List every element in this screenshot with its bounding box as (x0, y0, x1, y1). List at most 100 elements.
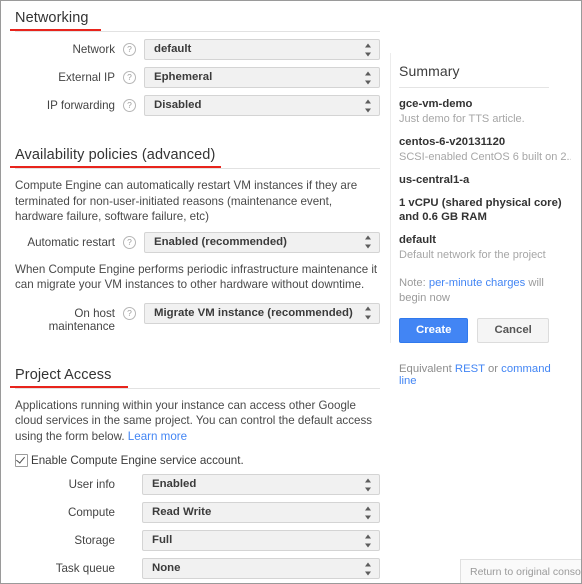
summary-item-title: 1 vCPU (shared physical core) and 0.6 GB… (399, 197, 562, 223)
networking-heading-text: Networking (15, 10, 89, 26)
section-heading-project-access: Project Access (10, 366, 128, 388)
field-row-ip-forwarding: IP forwarding ? Disabled (15, 95, 380, 116)
section-heading-networking: Networking (10, 10, 101, 31)
per-minute-charges-link[interactable]: per-minute charges (429, 277, 525, 289)
help-icon[interactable]: ? (123, 235, 136, 249)
red-underline-annotation-availability (10, 166, 222, 168)
stepper-arrows-icon (365, 235, 372, 249)
field-row-compute: Compute Read Write (15, 502, 380, 523)
select-external-ip[interactable]: Ephemeral (144, 67, 380, 88)
help-icon[interactable]: ? (123, 71, 136, 84)
summary-item-title: gce-vm-demo (399, 98, 473, 110)
select-network[interactable]: default (144, 39, 380, 60)
label-on-host-maintenance: On host maintenance (15, 303, 115, 334)
stepper-arrows-icon (365, 43, 372, 56)
availability-paragraph-1: Compute Engine can automatically restart… (15, 179, 358, 223)
summary-divider (399, 87, 549, 88)
availability-paragraph-2: When Compute Engine performs periodic in… (15, 262, 378, 292)
label-task-queue: Task queue (55, 562, 115, 575)
label-external-ip: External IP (58, 71, 115, 84)
enable-service-account-label: Enable Compute Engine service account. (31, 454, 244, 467)
stepper-arrows-icon (365, 534, 372, 547)
label-network: Network (72, 43, 115, 56)
summary-item-title: centos-6-v20131120 (399, 136, 506, 148)
select-on-host-maintenance-value: Migrate VM instance (recommended) (154, 306, 353, 319)
column-divider (390, 53, 391, 343)
billing-note: Note: per-minute charges will begin now (399, 276, 549, 305)
select-network-value: default (154, 43, 192, 55)
select-user-info-value: Enabled (152, 478, 197, 490)
stepper-arrows-icon (365, 562, 372, 575)
stepper-arrows-icon (365, 71, 372, 84)
stepper-arrows-icon (365, 478, 372, 491)
select-task-queue[interactable]: None (142, 558, 380, 579)
summary-item-subtitle: Just demo for TTS article. (399, 113, 525, 125)
project-access-heading-text: Project Access (15, 366, 112, 383)
select-external-ip-value: Ephemeral (154, 71, 213, 83)
label-user-info: User info (68, 478, 115, 491)
enable-service-account-checkbox-row[interactable]: Enable Compute Engine service account. (15, 454, 380, 467)
select-ip-forwarding-value: Disabled (154, 99, 202, 111)
select-ip-forwarding[interactable]: Disabled (144, 95, 380, 116)
create-button[interactable]: Create (399, 318, 469, 343)
summary-item-machine-type: 1 vCPU (shared physical core) and 0.6 GB… (399, 196, 571, 224)
summary-item-network: default Default network for the project (399, 233, 571, 262)
summary-item-instance-name: gce-vm-demo Just demo for TTS article. (399, 97, 571, 126)
stepper-arrows-icon (365, 506, 372, 519)
summary-item-subtitle: Default network for the project (399, 249, 546, 261)
summary-item-subtitle: SCSI-enabled CentOS 6 built on 2... (399, 151, 571, 163)
select-compute[interactable]: Read Write (142, 502, 380, 523)
summary-item-title: us-central1-a (399, 174, 470, 186)
field-row-storage: Storage Full (15, 530, 380, 551)
cancel-button[interactable]: Cancel (477, 318, 549, 343)
label-ip-forwarding: IP forwarding (46, 99, 115, 112)
select-on-host-maintenance[interactable]: Migrate VM instance (recommended) (144, 302, 380, 324)
field-row-external-ip: External IP ? Ephemeral (15, 67, 380, 88)
stepper-arrows-icon (365, 306, 372, 320)
summary-item-title: default (399, 234, 437, 246)
equivalent-links: Equivalent REST or command line (399, 363, 571, 387)
stepper-arrows-icon (365, 99, 372, 112)
availability-heading-text: Availability policies (advanced) (15, 147, 216, 163)
help-icon[interactable]: ? (123, 43, 136, 56)
field-row-network: Network ? default (15, 39, 380, 60)
rest-link[interactable]: REST (455, 363, 485, 375)
checkbox-icon[interactable] (15, 454, 28, 467)
select-task-queue-value: None (152, 562, 181, 574)
help-icon[interactable]: ? (123, 99, 136, 112)
action-button-row: Create Cancel (399, 318, 571, 343)
red-underline-annotation-project-access (10, 385, 128, 388)
project-access-paragraph: Applications running within your instanc… (15, 398, 380, 445)
equivalent-mid: or (484, 363, 502, 375)
summary-item-zone: us-central1-a (399, 173, 571, 187)
note-prefix: Note: (399, 277, 429, 289)
select-user-info[interactable]: Enabled (142, 474, 380, 495)
select-storage-value: Full (152, 534, 173, 546)
heading-divider (15, 31, 380, 32)
help-icon[interactable]: ? (123, 306, 136, 320)
summary-title: Summary (399, 63, 460, 79)
select-automatic-restart[interactable]: Enabled (recommended) (144, 231, 380, 253)
label-automatic-restart: Automatic restart (27, 235, 115, 249)
label-on-host-maintenance-line2: maintenance (48, 320, 115, 333)
summary-panel: Summary gce-vm-demo Just demo for TTS ar… (399, 63, 571, 387)
field-row-automatic-restart: Automatic restart ? Enabled (recommended… (15, 231, 380, 253)
heading-divider (15, 168, 380, 169)
form-column: Networking Network ? default External IP… (1, 1, 390, 583)
heading-divider (15, 387, 380, 389)
select-automatic-restart-value: Enabled (recommended) (154, 235, 287, 248)
label-compute: Compute (67, 506, 115, 519)
section-heading-availability-policies: Availability policies (advanced) (10, 147, 222, 168)
vm-create-form-page: Networking Network ? default External IP… (0, 0, 582, 584)
learn-more-link[interactable]: Learn more (128, 430, 187, 443)
field-row-task-queue: Task queue None (15, 558, 380, 579)
project-access-paragraph-text: Applications running within your instanc… (15, 398, 373, 443)
select-compute-value: Read Write (152, 506, 212, 518)
label-on-host-maintenance-line1: On host (74, 306, 115, 320)
red-underline-annotation-networking (10, 29, 101, 31)
footer-bar: Return to original consoleS (460, 559, 581, 583)
return-to-original-console-link[interactable]: Return to original console (470, 566, 581, 578)
label-storage: Storage (74, 534, 115, 547)
select-storage[interactable]: Full (142, 530, 380, 551)
field-row-user-info: User info Enabled (15, 474, 380, 495)
